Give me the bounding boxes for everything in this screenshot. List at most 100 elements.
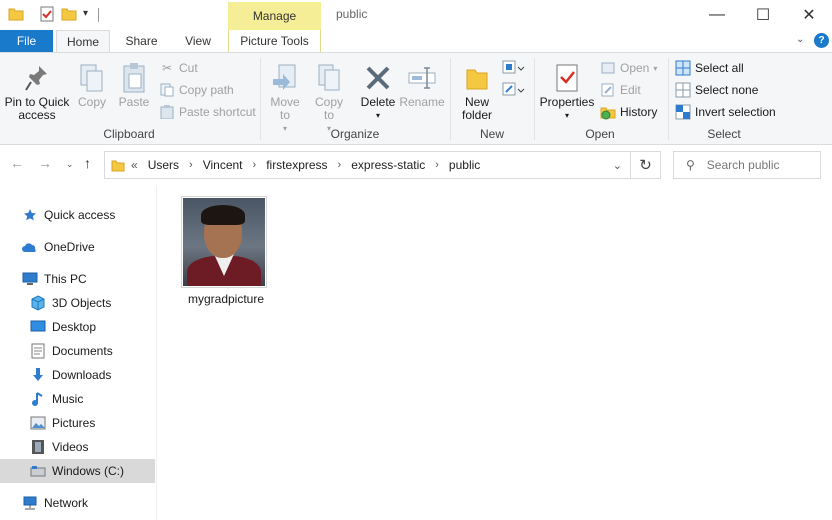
nav-documents[interactable]: Documents	[30, 339, 113, 363]
delete-button[interactable]: Delete ▾	[358, 62, 398, 122]
nav-label: 3D Objects	[52, 296, 112, 310]
cube-icon	[30, 295, 46, 311]
move-to-dropdown-icon: ▾	[282, 124, 287, 133]
chevron-right-icon[interactable]: ›	[435, 159, 439, 171]
copy-to-icon	[313, 62, 345, 94]
nav-windows-c[interactable]: Windows (C:)	[0, 459, 155, 483]
organize-group-label: Organize	[330, 127, 380, 141]
help-icon[interactable]: ?	[814, 33, 829, 48]
nav-3d-objects[interactable]: 3D Objects	[30, 291, 111, 315]
pin-quick-access-button[interactable]: Pin to Quick access	[4, 62, 70, 122]
address-bar[interactable]: « Users › Vincent › firstexpress › expre…	[104, 151, 631, 179]
nav-label: Desktop	[52, 320, 97, 334]
paste-shortcut-button[interactable]: Paste shortcut	[159, 102, 256, 122]
nav-this-pc[interactable]: This PC	[22, 267, 87, 291]
delete-label: Delete	[360, 95, 396, 109]
search-icon: ⚲	[686, 158, 695, 172]
nav-label: Quick access	[44, 208, 116, 222]
new-group-label: New	[479, 127, 504, 141]
nav-quick-access[interactable]: Quick access	[22, 203, 115, 227]
refresh-icon[interactable]: ↻	[631, 151, 661, 179]
new-folder-quick-icon[interactable]	[61, 6, 77, 22]
easy-access-button[interactable]	[502, 82, 526, 98]
close-button[interactable]: ✕	[786, 0, 832, 30]
network-icon	[22, 495, 38, 511]
tab-share[interactable]: Share	[114, 30, 169, 53]
nav-label: Downloads	[52, 368, 112, 382]
properties-quick-icon[interactable]	[39, 6, 55, 22]
new-folder-button[interactable]: New folder	[456, 62, 498, 122]
open-icon	[600, 60, 616, 76]
select-all-button[interactable]: Select all	[675, 58, 744, 78]
paste-button[interactable]: Paste	[116, 62, 152, 109]
back-arrow-icon[interactable]: ←	[10, 155, 24, 171]
chevron-right-icon[interactable]: ›	[189, 159, 193, 171]
maximize-button[interactable]: ☐	[740, 0, 786, 30]
nav-desktop[interactable]: Desktop	[30, 315, 96, 339]
new-folder-label: New folder	[461, 95, 493, 122]
copy-button[interactable]: Copy	[74, 62, 110, 109]
move-to-button[interactable]: Move to ▾	[266, 62, 304, 135]
rename-button[interactable]: Rename	[399, 62, 445, 109]
chevron-right-icon[interactable]: ›	[253, 159, 257, 171]
edit-button[interactable]: Edit	[600, 80, 641, 100]
breadcrumb-users[interactable]: Users	[148, 158, 179, 172]
address-dropdown-icon[interactable]: ⌄	[613, 159, 622, 172]
properties-dropdown-icon: ▾	[564, 111, 569, 120]
nav-downloads[interactable]: Downloads	[30, 363, 111, 387]
cut-label: Cut	[179, 61, 198, 75]
nav-label: Documents	[52, 344, 113, 358]
select-none-button[interactable]: Select none	[675, 80, 758, 100]
copy-to-button[interactable]: Copy to ▾	[310, 62, 348, 135]
breadcrumb-firstexpress[interactable]: firstexpress	[266, 158, 327, 172]
nav-label: Network	[44, 496, 89, 510]
nav-label: Windows (C:)	[52, 464, 125, 478]
history-button[interactable]: History	[600, 102, 657, 122]
invert-selection-button[interactable]: Invert selection	[675, 102, 776, 122]
tab-view[interactable]: View	[172, 30, 224, 53]
overflow-chevron[interactable]: «	[131, 158, 138, 172]
manage-context-tab[interactable]: Manage	[228, 2, 321, 30]
recent-locations-icon[interactable]: ⌄	[66, 159, 74, 170]
document-icon	[30, 343, 46, 359]
file-thumbnail[interactable]	[181, 196, 267, 288]
tab-home[interactable]: Home	[56, 30, 110, 53]
nav-label: OneDrive	[44, 240, 95, 254]
chevron-right-icon[interactable]: ›	[338, 159, 342, 171]
open-button[interactable]: Open ▾	[600, 58, 657, 78]
open-dropdown-icon: ▾	[653, 63, 658, 73]
cloud-icon	[22, 239, 38, 255]
nav-label: Pictures	[52, 416, 96, 430]
delete-icon	[362, 62, 394, 94]
file-name[interactable]: mygradpicture	[178, 292, 274, 306]
properties-label: Properties	[539, 95, 595, 109]
up-arrow-icon[interactable]: ↑	[84, 155, 91, 171]
search-input[interactable]: ⚲ Search public	[673, 151, 821, 179]
customize-toolbar-icon[interactable]: ▾	[83, 8, 88, 19]
copy-to-label: Copy to	[314, 95, 343, 122]
tab-picture-tools[interactable]: Picture Tools	[228, 30, 321, 53]
paste-label: Paste	[118, 95, 150, 109]
search-placeholder: Search public	[706, 158, 780, 172]
tab-file[interactable]: File	[0, 30, 53, 53]
properties-button[interactable]: Properties ▾	[538, 62, 596, 122]
cut-button[interactable]: ✂ Cut	[159, 58, 198, 78]
invert-selection-icon	[675, 104, 691, 120]
breadcrumb-public[interactable]: public	[449, 158, 480, 172]
breadcrumb-vincent[interactable]: Vincent	[203, 158, 243, 172]
quick-access-separator	[98, 8, 99, 22]
minimize-button[interactable]: —	[694, 0, 740, 30]
breadcrumb-express-static[interactable]: express-static	[351, 158, 425, 172]
paste-shortcut-label: Paste shortcut	[179, 105, 256, 119]
forward-arrow-icon[interactable]: →	[38, 155, 52, 171]
open-group-label: Open	[585, 127, 615, 141]
nav-network[interactable]: Network	[22, 491, 88, 515]
nav-music[interactable]: Music	[30, 387, 83, 411]
nav-onedrive[interactable]: OneDrive	[22, 235, 95, 259]
new-item-button[interactable]	[502, 60, 526, 76]
nav-videos[interactable]: Videos	[30, 435, 88, 459]
expand-ribbon-icon[interactable]: ⌄	[796, 34, 804, 45]
nav-pictures[interactable]: Pictures	[30, 411, 95, 435]
nav-label: Videos	[52, 440, 89, 454]
copy-path-button[interactable]: Copy path	[159, 80, 234, 100]
